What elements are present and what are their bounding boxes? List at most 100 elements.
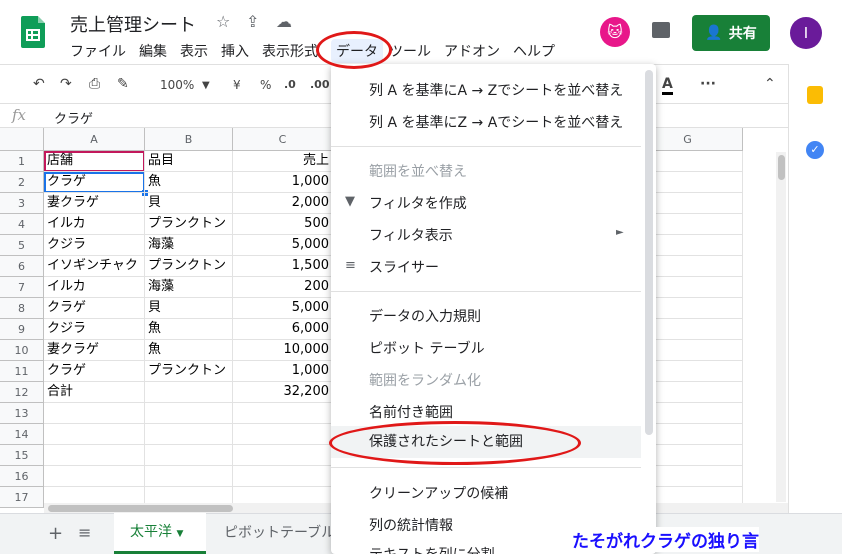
currency-format-button[interactable]: ¥ xyxy=(233,78,241,92)
row-header[interactable]: 13 xyxy=(0,403,44,424)
menu-item-named-ranges[interactable]: 名前付き範囲 xyxy=(369,402,453,422)
share-button[interactable]: 👤 共有 xyxy=(692,15,770,51)
cell[interactable] xyxy=(145,466,233,487)
row-header[interactable]: 12 xyxy=(0,382,44,403)
vertical-scroll-thumb[interactable] xyxy=(778,155,785,180)
doc-title[interactable]: 売上管理シート xyxy=(70,11,196,37)
all-sheets-icon[interactable]: ≡ xyxy=(78,523,91,542)
cell[interactable]: 200 xyxy=(233,277,333,298)
percent-format-button[interactable]: % xyxy=(260,78,271,92)
comment-icon[interactable] xyxy=(652,22,670,38)
keep-icon[interactable] xyxy=(807,86,823,104)
vertical-scrollbar[interactable] xyxy=(776,152,786,502)
cell[interactable]: イソギンチャク xyxy=(44,256,145,277)
menu-item-filter-views[interactable]: フィルタ表示 xyxy=(369,225,453,245)
collapse-icon[interactable]: ⌃ xyxy=(764,76,776,92)
cell[interactable]: 海藻 xyxy=(145,277,233,298)
text-color-icon[interactable]: A xyxy=(662,76,673,95)
cell[interactable]: 貝 xyxy=(145,193,233,214)
row-header[interactable]: 1 xyxy=(0,151,44,172)
menu-item-sort-az[interactable]: 列 A を基準にA → Zでシートを並べ替え xyxy=(369,80,623,100)
menu-help[interactable]: ヘルプ xyxy=(513,41,562,63)
cell[interactable]: プランクトン xyxy=(145,361,233,382)
column-header[interactable]: B xyxy=(145,128,233,151)
row-header[interactable]: 8 xyxy=(0,298,44,319)
add-sheet-icon[interactable]: + xyxy=(48,523,63,544)
cell[interactable]: 2,000 xyxy=(233,193,333,214)
print-icon[interactable]: ⎙ xyxy=(89,76,100,92)
menu-item-column-stats[interactable]: 列の統計情報 xyxy=(369,515,453,535)
menu-insert[interactable]: 挿入 xyxy=(221,41,256,63)
row-header[interactable]: 2 xyxy=(0,172,44,193)
column-header[interactable]: A xyxy=(44,128,145,151)
sheet-tab[interactable]: ピボットテーブル xyxy=(224,522,335,542)
cell[interactable]: クラゲ xyxy=(44,361,145,382)
increase-decimal-button[interactable]: .00 xyxy=(310,78,330,91)
row-header[interactable]: 4 xyxy=(0,214,44,235)
row-header[interactable]: 17 xyxy=(0,487,44,508)
decrease-decimal-button[interactable]: .0 xyxy=(284,78,296,91)
cell[interactable]: 1,500 xyxy=(233,256,333,277)
row-header[interactable]: 6 xyxy=(0,256,44,277)
cell[interactable] xyxy=(233,403,333,424)
cell[interactable]: クラゲ xyxy=(44,298,145,319)
cell[interactable]: 500 xyxy=(233,214,333,235)
cell[interactable]: 5,000 xyxy=(233,235,333,256)
cell[interactable]: クジラ xyxy=(44,319,145,340)
cell[interactable]: 32,200 xyxy=(233,382,333,403)
cell[interactable]: 6,000 xyxy=(233,319,333,340)
paint-format-icon[interactable]: ✎ xyxy=(117,76,129,92)
cell[interactable]: 合計 xyxy=(44,382,145,403)
menu-item-slicer[interactable]: スライサー xyxy=(369,257,439,277)
cell[interactable] xyxy=(44,466,145,487)
menu-item-split-text[interactable]: テキストを列に分割 xyxy=(369,544,495,554)
cell[interactable]: 貝 xyxy=(145,298,233,319)
cell[interactable]: 5,000 xyxy=(233,298,333,319)
menu-item-create-filter[interactable]: フィルタを作成 xyxy=(369,193,467,213)
cell[interactable]: 魚 xyxy=(145,340,233,361)
menu-item-cleanup-suggestions[interactable]: クリーンアップの候補 xyxy=(369,483,508,503)
tasks-icon[interactable]: ✓ xyxy=(806,141,824,159)
cell[interactable]: イルカ xyxy=(44,214,145,235)
menu-file[interactable]: ファイル xyxy=(70,41,133,63)
row-header[interactable]: 11 xyxy=(0,361,44,382)
cell[interactable] xyxy=(145,424,233,445)
row-header[interactable]: 7 xyxy=(0,277,44,298)
collaborator-avatar[interactable]: 🐱 xyxy=(600,17,630,47)
row-header[interactable]: 5 xyxy=(0,235,44,256)
cell[interactable]: 海藻 xyxy=(145,235,233,256)
user-avatar[interactable]: I xyxy=(790,17,822,49)
cell[interactable]: 魚 xyxy=(145,319,233,340)
menu-item-pivot-table[interactable]: ピボット テーブル xyxy=(369,338,485,358)
sheets-logo-icon[interactable] xyxy=(21,16,45,48)
undo-icon[interactable]: ↶ xyxy=(33,76,45,92)
cell[interactable]: 1,000 xyxy=(233,172,333,193)
menu-scrollbar[interactable] xyxy=(645,70,653,435)
cell[interactable] xyxy=(233,424,333,445)
cell[interactable]: 妻クラゲ xyxy=(44,340,145,361)
menu-addons[interactable]: アドオン xyxy=(444,41,507,63)
cell[interactable] xyxy=(44,424,145,445)
corner-header[interactable] xyxy=(0,128,44,151)
cell[interactable]: プランクトン xyxy=(145,256,233,277)
cell[interactable] xyxy=(145,403,233,424)
star-icon[interactable]: ☆ xyxy=(216,12,230,31)
menu-item-sort-za[interactable]: 列 A を基準にZ → Aでシートを並べ替え xyxy=(369,112,623,132)
cell[interactable]: クラゲ xyxy=(44,172,145,193)
cell[interactable] xyxy=(233,466,333,487)
cloud-status-icon[interactable]: ☁ xyxy=(276,12,292,31)
cell[interactable]: 魚 xyxy=(145,172,233,193)
move-folder-icon[interactable]: ⇪ xyxy=(246,12,259,31)
menu-view[interactable]: 表示 xyxy=(180,41,215,63)
cell[interactable]: プランクトン xyxy=(145,214,233,235)
cell[interactable]: 店舗 xyxy=(44,151,145,172)
cell[interactable]: 妻クラゲ xyxy=(44,193,145,214)
row-header[interactable]: 15 xyxy=(0,445,44,466)
cell[interactable] xyxy=(145,382,233,403)
horizontal-scroll-thumb[interactable] xyxy=(48,505,233,512)
cell[interactable]: クジラ xyxy=(44,235,145,256)
cell[interactable] xyxy=(145,445,233,466)
cell[interactable] xyxy=(233,445,333,466)
cell[interactable]: 10,000 xyxy=(233,340,333,361)
formula-input[interactable]: クラゲ xyxy=(54,108,93,127)
